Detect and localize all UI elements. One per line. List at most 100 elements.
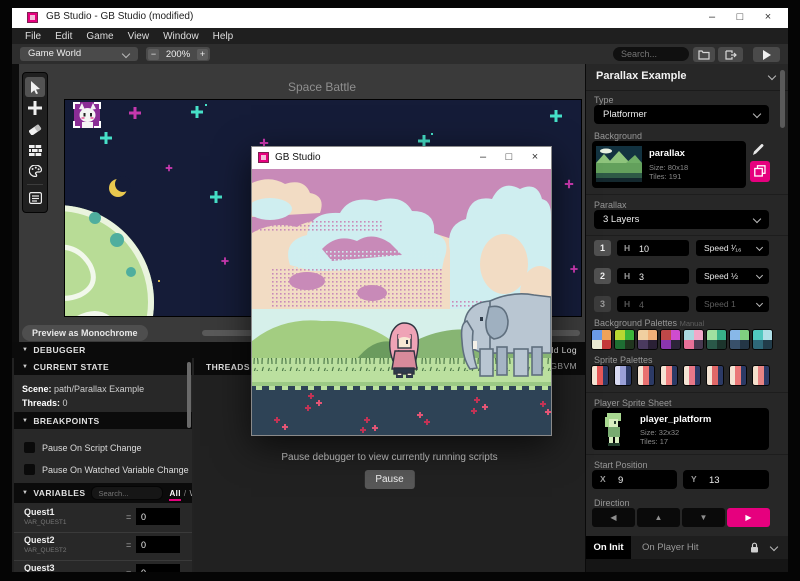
background-size: Size: 80x18 [649, 163, 688, 172]
palettes-mode[interactable]: Manual [680, 319, 705, 328]
checkbox[interactable] [24, 464, 35, 475]
variable-value-input[interactable] [136, 564, 180, 572]
close-button[interactable]: × [756, 10, 780, 26]
maximize-button[interactable]: □ [728, 10, 752, 26]
background-palette-swatch[interactable] [683, 329, 704, 350]
debugger-message: Pause debugger to view currently running… [194, 452, 585, 463]
pause-button[interactable]: Pause [364, 470, 414, 489]
variable-value-input[interactable] [136, 536, 180, 553]
direction-up-button[interactable]: ▲ [637, 508, 680, 527]
open-project-button[interactable] [693, 47, 715, 62]
zoom-out-button[interactable]: − [148, 49, 159, 60]
sidebar-scrollbar[interactable] [780, 70, 785, 128]
layer-number-chip[interactable]: 3 [594, 296, 611, 312]
checkbox[interactable] [24, 442, 35, 453]
background-palette-swatch[interactable] [614, 329, 635, 350]
maximize-button[interactable]: □ [497, 150, 521, 166]
current-state-header[interactable]: ▼ CURRENT STATE [14, 358, 192, 375]
game-viewport[interactable] [252, 169, 551, 435]
sprite-palette-swatch[interactable] [706, 365, 724, 386]
player-sprite-thumbnail [600, 411, 628, 447]
sprite-palettes-label: Sprite Palettes [594, 355, 653, 365]
sprite-palette-swatch[interactable] [637, 365, 655, 386]
menu-view[interactable]: View [121, 31, 157, 42]
layer-speed-select[interactable]: Speed 1 [696, 296, 769, 312]
run-button[interactable] [753, 47, 780, 62]
background-palette-swatch[interactable] [752, 329, 773, 350]
player-sprite-card[interactable]: player_platform Size: 32x32 Tiles: 17 [592, 408, 769, 450]
direction-left-button[interactable]: ◀ [592, 508, 635, 527]
variable-row-quest3: Quest3 = [14, 560, 192, 572]
minimize-button[interactable]: – [700, 10, 724, 26]
view-mode-select[interactable]: Game World [20, 47, 138, 61]
window-title: GB Studio - GB Studio (modified) [46, 11, 193, 22]
menu-help[interactable]: Help [206, 31, 241, 42]
game-scene-art [252, 169, 551, 435]
variables-search-input[interactable] [91, 486, 163, 500]
layer-height-input[interactable] [637, 268, 689, 286]
layer-speed-select[interactable]: Speed ¹⁄₁₆ [696, 240, 769, 256]
zoom-in-button[interactable]: + [197, 49, 208, 60]
scene-name: Parallax Example [596, 70, 687, 82]
parallax-label: Parallax [594, 200, 627, 210]
chevron-down-icon [753, 110, 761, 118]
edit-background-button[interactable] [751, 143, 767, 159]
scene-type-select[interactable]: Platformer [594, 105, 769, 124]
sidebar-header[interactable]: Parallax Example [586, 64, 788, 91]
scene-title[interactable]: Space Battle [64, 80, 580, 94]
layer-height-input[interactable] [637, 296, 689, 314]
menu-game[interactable]: Game [79, 31, 120, 42]
sprite-palette-swatch[interactable] [729, 365, 747, 386]
export-button[interactable] [718, 47, 743, 62]
background-palette-swatch[interactable] [637, 329, 658, 350]
background-palette-swatch[interactable] [729, 329, 750, 350]
direction-right-button[interactable]: ▶ [727, 508, 770, 527]
chevron-down-icon[interactable] [770, 543, 778, 551]
layer-number-chip[interactable]: 2 [594, 268, 611, 284]
background-card[interactable]: parallax Size: 80x18 Tiles: 191 [592, 141, 746, 188]
menu-edit[interactable]: Edit [48, 31, 79, 42]
menu-file[interactable]: File [18, 31, 48, 42]
preview-monochrome-button[interactable]: Preview as Monochrome [22, 325, 148, 341]
variables-header[interactable]: ▼ VARIABLES All/Watched [14, 483, 192, 503]
layer-number-chip[interactable]: 1 [594, 240, 611, 256]
breakpoints-header[interactable]: ▼ BREAKPOINTS [14, 412, 192, 429]
background-palette-swatch[interactable] [660, 329, 681, 350]
background-palette-swatch[interactable] [706, 329, 727, 350]
tab-on-init[interactable]: On Init [586, 536, 631, 559]
select-tool[interactable] [25, 77, 45, 97]
tab-gbvm[interactable]: GBVM [550, 361, 577, 371]
layer-speed-select[interactable]: Speed ½ [696, 268, 769, 284]
close-button[interactable]: × [523, 150, 547, 166]
start-y-input[interactable] [707, 470, 763, 491]
start-x-input[interactable] [616, 470, 672, 491]
collisions-tool[interactable] [25, 140, 45, 160]
parallax-select[interactable]: 3 Layers [594, 210, 769, 229]
colorize-tool[interactable] [25, 161, 45, 181]
gbstudio-app-icon [27, 12, 38, 23]
sprite-palette-swatch[interactable] [660, 365, 678, 386]
game-window-titlebar[interactable]: GB Studio – □ × [252, 147, 551, 169]
sprite-palette-swatch[interactable] [683, 365, 701, 386]
tab-on-player-hit[interactable]: On Player Hit [642, 542, 699, 553]
sprite-palette-swatch[interactable] [614, 365, 632, 386]
eraser-tool[interactable] [25, 119, 45, 139]
menu-window[interactable]: Window [156, 31, 206, 42]
search-input[interactable] [613, 47, 689, 61]
add-tool[interactable] [25, 98, 45, 118]
sprite-palette-swatch[interactable] [752, 365, 770, 386]
variable-value-input[interactable] [136, 508, 180, 525]
game-preview-window[interactable]: GB Studio – □ × [251, 146, 552, 436]
filter-all[interactable]: All [169, 489, 180, 501]
background-palette-swatch[interactable] [591, 329, 612, 350]
title-bar[interactable]: GB Studio - GB Studio (modified) – □ × [12, 8, 788, 28]
dialogue-review-tool[interactable] [25, 188, 45, 208]
sprite-palette-swatch[interactable] [591, 365, 609, 386]
direction-down-button[interactable]: ▼ [682, 508, 725, 527]
color-mode-button[interactable] [750, 161, 770, 182]
minimize-button[interactable]: – [471, 150, 495, 166]
filter-watched[interactable]: Watched [190, 489, 193, 498]
layer-height-input[interactable] [637, 240, 689, 258]
debugger-scrollbar[interactable] [187, 362, 191, 428]
chevron-down-icon [122, 50, 130, 58]
